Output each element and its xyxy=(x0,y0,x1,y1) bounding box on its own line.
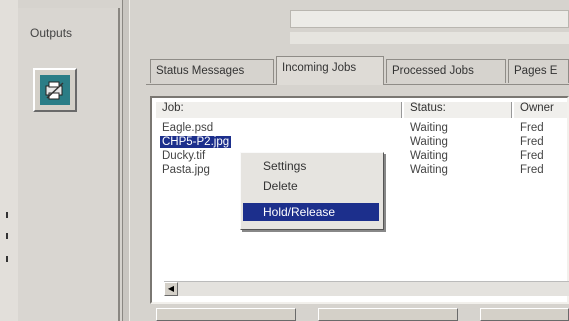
tab-processed-jobs[interactable]: Processed Jobs xyxy=(386,59,506,83)
job-name: Ducky.tif xyxy=(162,150,206,162)
tab-incoming-jobs[interactable]: Incoming Jobs xyxy=(276,56,384,85)
horizontal-scrollbar[interactable]: ◀ xyxy=(164,281,569,296)
column-header-status[interactable]: Status: xyxy=(404,102,512,118)
output-device-button[interactable] xyxy=(33,68,77,112)
menu-item-settings[interactable]: Settings xyxy=(243,157,379,175)
context-menu: Settings Delete Hold/Release xyxy=(240,152,384,230)
job-owner: Fred xyxy=(520,136,544,148)
edge-mark xyxy=(6,233,8,239)
table-row[interactable]: Eagle.psd Waiting Fred xyxy=(152,122,567,136)
job-owner: Fred xyxy=(520,122,544,134)
edge-mark xyxy=(6,212,8,218)
job-status: Waiting xyxy=(410,136,448,148)
outputs-panel: Outputs xyxy=(18,8,120,321)
top-input-field[interactable] xyxy=(290,10,569,28)
bottom-button-1[interactable] xyxy=(156,308,296,321)
job-owner: Fred xyxy=(520,164,544,176)
bottom-button-3[interactable] xyxy=(480,308,569,321)
top-toolbar-area xyxy=(290,32,569,44)
table-row-selected[interactable]: CHP5-P2.jpg Waiting Fred xyxy=(152,136,567,150)
job-owner: Fred xyxy=(520,150,544,162)
job-status: Waiting xyxy=(410,150,448,162)
outputs-title: Outputs xyxy=(30,26,73,40)
printer-output-icon xyxy=(40,75,70,105)
job-name: Pasta.jpg xyxy=(162,164,210,176)
job-status: Waiting xyxy=(410,164,448,176)
tab-status-messages[interactable]: Status Messages xyxy=(150,59,274,83)
left-edge-strip xyxy=(0,0,18,321)
menu-item-hold-release[interactable]: Hold/Release xyxy=(243,203,379,221)
tab-pages[interactable]: Pages E xyxy=(508,59,569,83)
column-header-job[interactable]: Job: xyxy=(156,102,402,118)
menu-item-delete[interactable]: Delete xyxy=(243,177,379,195)
scroll-left-icon[interactable]: ◀ xyxy=(164,282,178,296)
job-status: Waiting xyxy=(410,122,448,134)
edge-mark xyxy=(6,256,8,262)
job-name: CHP5-P2.jpg xyxy=(160,136,232,148)
job-name: Eagle.psd xyxy=(162,122,214,134)
column-header-owner[interactable]: Owner xyxy=(514,102,567,118)
bottom-button-2[interactable] xyxy=(318,308,458,321)
panel-divider[interactable] xyxy=(122,0,130,321)
